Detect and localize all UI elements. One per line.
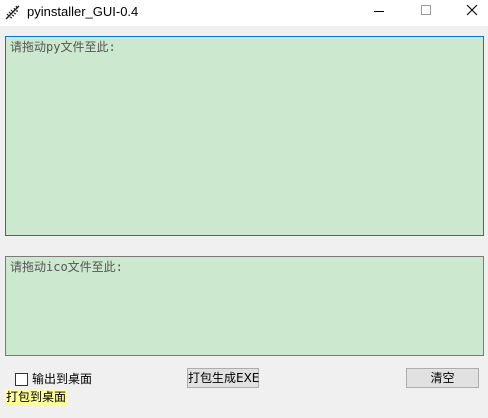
maximize-button[interactable]: [402, 0, 448, 26]
maximize-icon: [421, 5, 431, 15]
close-button[interactable]: [448, 0, 488, 26]
minimize-icon: [374, 11, 384, 12]
minimize-button[interactable]: [356, 0, 402, 26]
window-title: pyinstaller_GUI-0.4: [27, 4, 139, 19]
title-bar[interactable]: pyinstaller_GUI-0.4: [0, 0, 488, 26]
py-file-drop-area[interactable]: [5, 36, 484, 236]
feather-pen-icon: [4, 3, 22, 21]
clear-button[interactable]: 清空: [406, 368, 479, 388]
status-label: 打包到桌面: [5, 389, 68, 405]
checkbox-box[interactable]: [15, 373, 28, 386]
ico-file-drop-area[interactable]: [5, 256, 484, 356]
output-to-desktop-label: 输出到桌面: [32, 372, 93, 386]
build-exe-button[interactable]: 打包生成EXE: [187, 368, 259, 388]
close-icon: [466, 4, 478, 16]
clear-label: 清空: [430, 371, 455, 385]
build-exe-label: 打包生成EXE: [188, 371, 260, 385]
